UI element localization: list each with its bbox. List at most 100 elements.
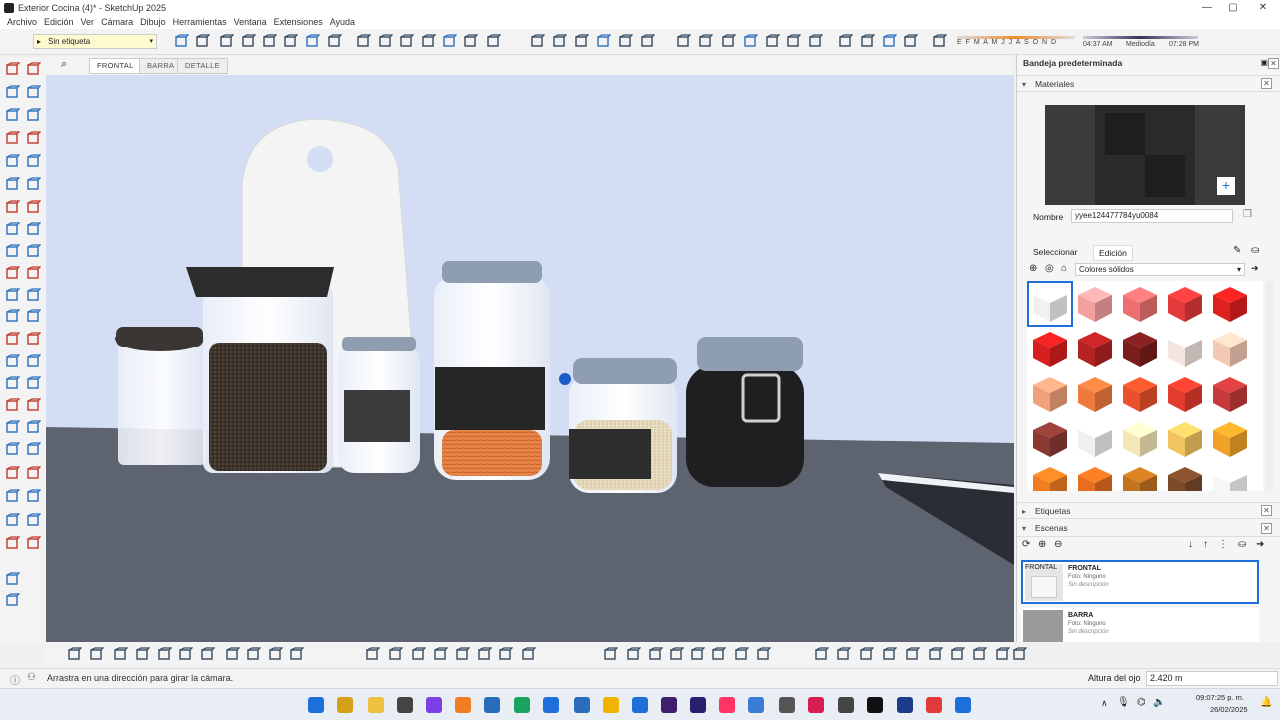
material-swatch[interactable] [1164, 463, 1206, 491]
bottom-tool-icon[interactable] [648, 647, 664, 662]
palette-tool-icon[interactable] [26, 398, 42, 412]
material-swatch[interactable] [1074, 463, 1116, 491]
model-viewport[interactable] [46, 75, 1014, 642]
details-arrow-icon[interactable]: ➜ [1251, 263, 1259, 274]
taskbar-app-icon[interactable] [337, 697, 353, 713]
bottom-tool-icon[interactable] [905, 647, 921, 662]
bottom-tool-icon[interactable] [365, 647, 381, 662]
toolbar-tool-icon[interactable] [676, 34, 692, 49]
material-swatch[interactable] [1119, 373, 1161, 415]
bottom-tool-icon[interactable] [135, 647, 151, 662]
material-swatch[interactable] [1164, 373, 1206, 415]
bottom-tool-icon[interactable] [814, 647, 830, 662]
network-icon[interactable]: ⌬ [1137, 697, 1146, 708]
paint-bucket-icon[interactable]: ⛀ [1251, 245, 1259, 256]
palette-tool-icon[interactable] [5, 200, 21, 214]
bottom-tool-icon[interactable] [950, 647, 966, 662]
bottom-tool-icon[interactable] [734, 647, 750, 662]
bottom-tool-icon[interactable] [157, 647, 173, 662]
bottom-tool-icon[interactable] [268, 647, 284, 662]
taskbar-app-icon[interactable] [719, 697, 735, 713]
toolbar-tool-icon[interactable] [640, 34, 656, 49]
menu-ver[interactable]: Ver [81, 17, 95, 27]
material-swatch[interactable] [1164, 283, 1206, 325]
palette-tool-icon[interactable] [26, 154, 42, 168]
palette-tool-icon[interactable] [26, 131, 42, 145]
taskbar-app-icon[interactable] [514, 697, 530, 713]
palette-tool-icon[interactable] [5, 420, 21, 434]
toolbar-tool-icon[interactable] [421, 34, 437, 49]
toolbar-tool-icon[interactable] [618, 34, 634, 49]
bottom-tool-icon[interactable] [690, 647, 706, 662]
tab-barra[interactable]: BARRA [139, 58, 183, 74]
notifications-icon[interactable]: 🔔 [1260, 697, 1272, 708]
taskbar-app-icon[interactable] [838, 697, 854, 713]
bottom-tool-icon[interactable] [859, 647, 875, 662]
palette-tool-icon[interactable] [5, 85, 21, 99]
move-up-icon[interactable]: ↑ [1203, 539, 1208, 550]
palette-tool-icon[interactable] [5, 489, 21, 503]
view-options-icon[interactable]: ⋮ [1218, 539, 1228, 550]
toolbar-tool-icon[interactable] [262, 34, 278, 49]
palette-tool-icon[interactable] [26, 62, 42, 76]
bottom-tool-icon[interactable] [411, 647, 427, 662]
taskbar-app-icon[interactable] [926, 697, 942, 713]
material-swatch[interactable] [1119, 418, 1161, 460]
material-swatch[interactable] [1027, 281, 1073, 327]
palette-tool-icon[interactable] [5, 288, 21, 302]
add-icon[interactable]: ⊕ [1029, 263, 1037, 274]
bottom-tool-icon[interactable] [521, 647, 537, 662]
taskbar-app-icon[interactable] [955, 697, 971, 713]
palette-tool-icon[interactable] [5, 131, 21, 145]
material-swatch[interactable] [1164, 418, 1206, 460]
palette-tool-icon[interactable] [5, 244, 21, 258]
menu-dibujo[interactable]: Dibujo [140, 17, 166, 27]
taskbar-app-icon[interactable] [574, 697, 590, 713]
toolbar-tool-icon[interactable] [808, 34, 824, 49]
toolbar-tool-icon[interactable] [743, 34, 759, 49]
materials-header[interactable]: ▾ Materiales [1017, 75, 1280, 92]
bottom-tool-icon[interactable] [67, 647, 83, 662]
tab-frontal[interactable]: FRONTAL [89, 58, 142, 74]
material-swatch[interactable] [1029, 373, 1071, 415]
toolbar-tool-icon[interactable] [838, 34, 854, 49]
toolbar-tool-icon[interactable] [174, 34, 190, 49]
toolbar-tool-icon[interactable] [305, 34, 321, 49]
taskbar-app-icon[interactable] [368, 697, 384, 713]
palette-tool-icon[interactable] [26, 244, 42, 258]
taskbar-app-icon[interactable] [808, 697, 824, 713]
material-swatch[interactable] [1074, 418, 1116, 460]
taskbar-app-icon[interactable] [426, 697, 442, 713]
material-swatch[interactable] [1209, 463, 1251, 491]
material-swatch[interactable] [1074, 328, 1116, 370]
material-swatch[interactable] [1119, 463, 1161, 491]
toolbar-tool-icon[interactable] [219, 34, 235, 49]
palette-tool-icon[interactable] [5, 266, 21, 280]
menu-extensiones[interactable]: Extensiones [274, 17, 323, 27]
palette-tool-icon[interactable] [5, 442, 21, 456]
menu-edicion[interactable]: Edición [44, 17, 74, 27]
palette-tool-icon[interactable] [26, 354, 42, 368]
palette-tool-icon[interactable] [26, 466, 42, 480]
toolbar-tool-icon[interactable] [463, 34, 479, 49]
bottom-tool-icon[interactable] [1012, 647, 1028, 662]
bottom-tool-icon[interactable] [246, 647, 262, 662]
taskbar-app-icon[interactable] [455, 697, 471, 713]
bottom-tool-icon[interactable] [626, 647, 642, 662]
material-swatch[interactable] [1119, 328, 1161, 370]
palette-tool-icon[interactable] [26, 309, 42, 323]
palette-tool-icon[interactable] [26, 266, 42, 280]
tray-close-button[interactable]: ✕ [1268, 58, 1279, 69]
create-material-icon[interactable]: + [1217, 177, 1235, 195]
scene-card-barra[interactable]: BARRA Foto: Ninguno Sin descripción [1021, 608, 1259, 642]
tab-detalle[interactable]: DETALLE [177, 58, 228, 74]
materials-close-button[interactable]: ✕ [1261, 78, 1272, 89]
bottom-tool-icon[interactable] [113, 647, 129, 662]
bottom-tool-icon[interactable] [603, 647, 619, 662]
toolbar-tool-icon[interactable] [721, 34, 737, 49]
material-swatch[interactable] [1074, 373, 1116, 415]
scene-settings-icon[interactable]: ⛀ [1238, 539, 1246, 550]
maximize-button[interactable]: ▢ [1218, 0, 1248, 15]
pin-icon[interactable]: ▣ [1260, 58, 1268, 67]
bottom-tool-icon[interactable] [711, 647, 727, 662]
